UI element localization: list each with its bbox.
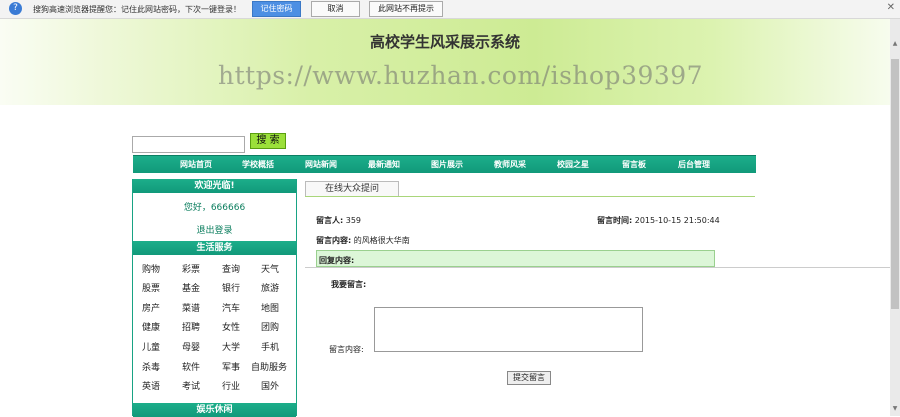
form-content-label: 留言内容: (329, 345, 364, 354)
service-link[interactable]: 地图 (261, 301, 279, 314)
main-nav: 网站首页 学校概括 网站新闻 最新通知 图片展示 教师风采 校园之星 留言板 后… (133, 155, 756, 173)
service-link[interactable]: 行业 (222, 379, 240, 392)
service-link[interactable]: 旅游 (261, 281, 279, 294)
tab-underline (305, 196, 755, 197)
service-link[interactable]: 查询 (222, 262, 240, 275)
service-link[interactable]: 国外 (261, 379, 279, 392)
service-link[interactable]: 健康 (142, 320, 160, 333)
user-greeting: 您好，666666 (183, 203, 246, 213)
nav-item-notices[interactable]: 最新通知 (368, 159, 400, 170)
service-link[interactable]: 考试 (182, 379, 200, 392)
content-divider (305, 267, 890, 268)
service-link[interactable]: 购物 (142, 262, 160, 275)
service-link[interactable]: 团购 (261, 320, 279, 333)
service-link[interactable]: 英语 (142, 379, 160, 392)
service-link[interactable]: 汽车 (222, 301, 240, 314)
poster-row: 留言人: 359 (316, 215, 361, 226)
message-label: 留言内容: (316, 236, 352, 245)
nav-item-school-overview[interactable]: 学校概括 (242, 159, 274, 170)
tab-online-questions[interactable]: 在线大众提问 (305, 181, 399, 196)
nav-item-teachers[interactable]: 教师风采 (494, 159, 526, 170)
reply-box: 回复内容: (316, 250, 715, 267)
page-scrollbar[interactable]: ▲ ▼ (890, 19, 900, 416)
services-header: 生活服务 (133, 241, 296, 255)
submit-message-button[interactable]: 提交留言 (507, 371, 551, 385)
service-link[interactable]: 自助服务 (251, 360, 287, 373)
site-banner: 高校学生风采展示系统 https://www.huzhan.com/ishop3… (0, 19, 890, 105)
service-link[interactable]: 天气 (261, 262, 279, 275)
nav-item-admin[interactable]: 后台管理 (678, 159, 710, 170)
message-textarea[interactable] (374, 307, 643, 352)
time-value: 2015-10-15 21:50:44 (634, 216, 720, 225)
service-link[interactable]: 软件 (182, 360, 200, 373)
message-row: 留言内容: 的风格很大华南 (316, 235, 410, 246)
message-value: 的风格很大华南 (353, 236, 410, 245)
poster-label: 留言人: (316, 216, 344, 225)
scroll-up-arrow-icon[interactable]: ▲ (891, 39, 899, 49)
logout-link[interactable]: 退出登录 (133, 223, 296, 236)
service-link[interactable]: 大学 (222, 340, 240, 353)
nav-item-message-board[interactable]: 留言板 (622, 159, 646, 170)
service-link[interactable]: 儿童 (142, 340, 160, 353)
nav-item-photos[interactable]: 图片展示 (431, 159, 463, 170)
poster-value: 359 (345, 216, 362, 225)
service-link[interactable]: 菜谱 (182, 301, 200, 314)
service-link[interactable]: 手机 (261, 340, 279, 353)
service-link[interactable]: 基金 (182, 281, 200, 294)
nav-item-campus-stars[interactable]: 校园之星 (557, 159, 589, 170)
search-input[interactable] (132, 136, 245, 153)
service-link[interactable]: 股票 (142, 281, 160, 294)
never-remind-button[interactable]: 此网站不再提示 (369, 1, 443, 17)
time-label: 留言时间: (597, 216, 633, 225)
service-link[interactable]: 杀毒 (142, 360, 160, 373)
service-link[interactable]: 女性 (222, 320, 240, 333)
service-link[interactable]: 银行 (222, 281, 240, 294)
service-link[interactable]: 母婴 (182, 340, 200, 353)
welcome-header: 欢迎光临! (133, 179, 296, 193)
cancel-button[interactable]: 取消 (311, 1, 360, 17)
watermark-text: https://www.huzhan.com/ishop39397 (218, 61, 704, 90)
nav-item-news[interactable]: 网站新闻 (305, 159, 337, 170)
time-row: 留言时间: 2015-10-15 21:50:44 (597, 215, 720, 226)
service-link[interactable]: 军事 (222, 360, 240, 373)
leisure-header: 娱乐休闲 (133, 403, 296, 417)
site-title: 高校学生风采展示系统 (369, 33, 520, 51)
info-key-icon: ? (9, 2, 22, 15)
password-save-bar: ? 搜狗高速浏览器提醒您：记住此网站密码，下次一键登录！ 记住密码 取消 此网站… (0, 0, 900, 19)
leave-message-heading: 我要留言: (331, 280, 367, 289)
remember-password-button[interactable]: 记住密码 (252, 1, 301, 17)
scrollbar-thumb[interactable] (891, 59, 899, 309)
service-link[interactable]: 彩票 (182, 262, 200, 275)
service-link[interactable]: 招聘 (182, 320, 200, 333)
password-bar-message: 搜狗高速浏览器提醒您：记住此网站密码，下次一键登录！ (33, 5, 241, 14)
nav-item-home[interactable]: 网站首页 (180, 159, 212, 170)
service-link[interactable]: 房产 (142, 301, 160, 314)
search-button[interactable]: 搜 索 (250, 133, 286, 149)
close-icon[interactable]: ✕ (887, 2, 895, 13)
scroll-down-arrow-icon[interactable]: ▼ (891, 404, 899, 414)
